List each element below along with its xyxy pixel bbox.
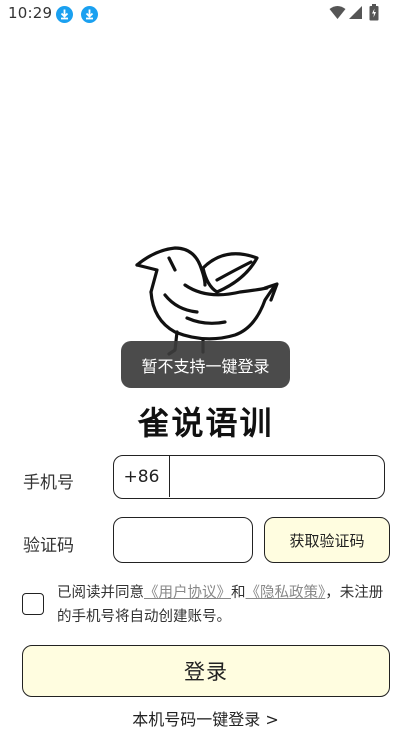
status-bar: 10:29: [0, 0, 411, 28]
signal-icon: [348, 5, 363, 24]
user-agreement-link[interactable]: 《用户协议》: [144, 585, 231, 601]
toast-message: 暂不支持一键登录: [121, 341, 290, 388]
status-time: 10:29: [8, 4, 53, 22]
code-label: 验证码: [23, 536, 74, 556]
one-key-login-link[interactable]: 本机号码一键登录 >: [0, 706, 411, 730]
privacy-policy-link[interactable]: 《隐私政策》: [246, 585, 326, 601]
get-code-button[interactable]: 获取验证码: [264, 517, 390, 563]
app-title: 雀说语训: [137, 404, 274, 442]
phone-input[interactable]: [174, 460, 378, 496]
phone-label: 手机号: [23, 473, 74, 493]
wifi-icon: [329, 5, 346, 24]
agreement-prefix: 已阅读并同意: [57, 585, 144, 601]
battery-icon: [369, 4, 379, 25]
download-icon: [81, 6, 98, 23]
agreement-text: 已阅读并同意《用户协议》和《隐私政策》，未注册的手机号将自动创建账号。: [57, 581, 397, 629]
download-icon: [56, 6, 73, 23]
code-field-box: [113, 517, 253, 563]
agreement-and: 和: [231, 585, 246, 601]
code-input[interactable]: [122, 523, 246, 559]
agreement-checkbox[interactable]: [22, 593, 44, 615]
country-code-selector[interactable]: +86: [114, 456, 170, 497]
login-button[interactable]: 登录: [22, 645, 390, 697]
phone-field-box: +86: [113, 455, 385, 499]
